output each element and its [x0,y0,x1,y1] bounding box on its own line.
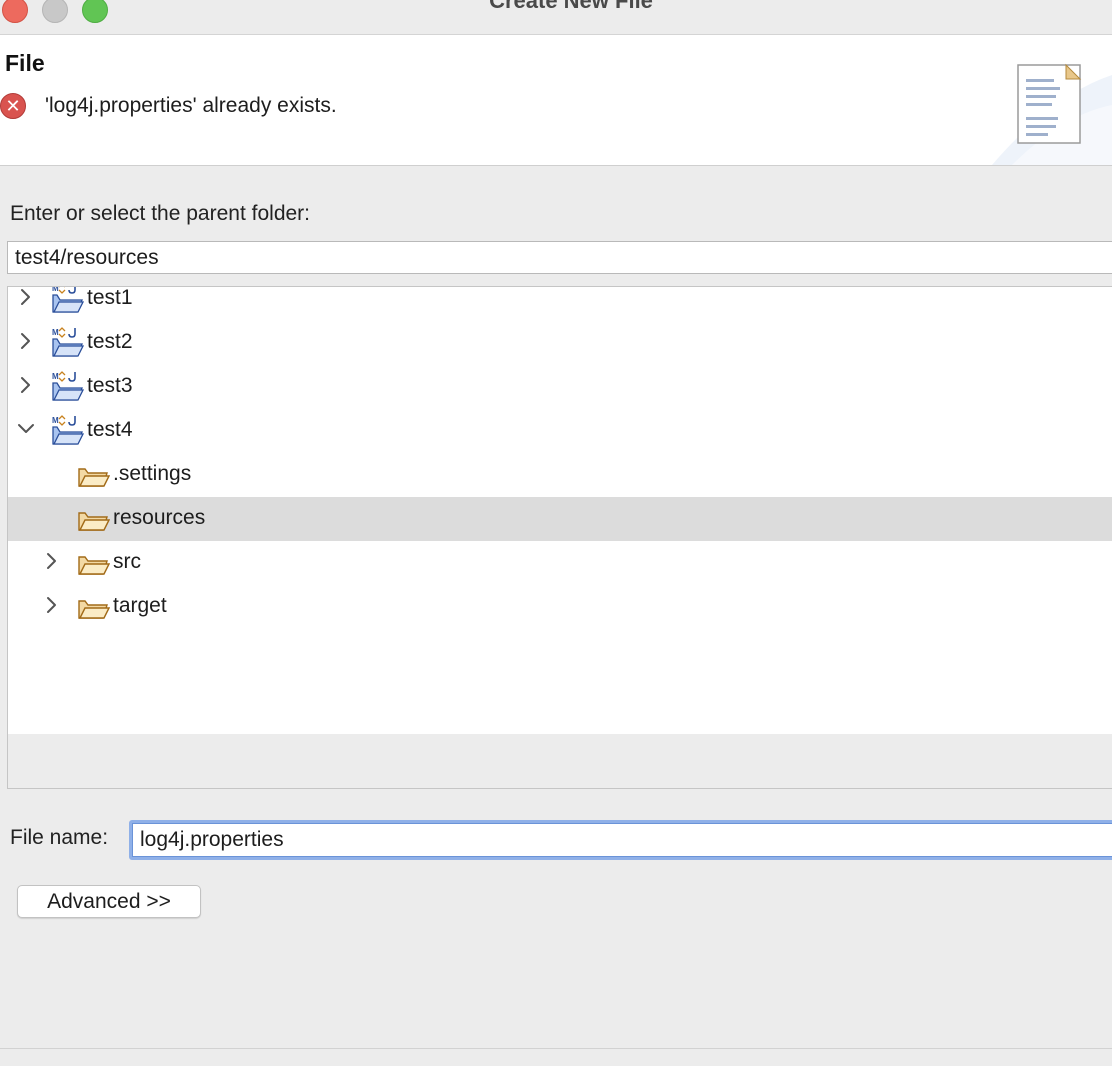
svg-text:M: M [52,416,59,425]
svg-text:M: M [52,328,59,337]
parent-folder-label: Enter or select the parent folder: [10,202,310,225]
tree-item-test4[interactable]: Mtest4 [8,409,1112,453]
chevron-right-icon[interactable] [40,593,64,617]
maven-project-icon: M [52,415,84,445]
error-message: 'log4j.properties' already exists. [45,94,337,117]
new-file-wizard-icon [992,63,1112,165]
tree-item-label: test1 [87,287,133,309]
advanced-button[interactable]: Advanced >> [17,885,201,918]
chevron-down-icon[interactable] [14,417,38,441]
tree-item-label: src [113,550,141,573]
tree-item-src[interactable]: src [8,541,1112,585]
file-name-label: File name: [10,826,109,849]
folder-icon [78,556,110,575]
parent-folder-input[interactable] [7,241,1112,274]
chevron-right-icon[interactable] [14,373,38,397]
tree-item-label: target [113,594,167,617]
chevron-right-icon[interactable] [40,549,64,573]
page-title: File [5,50,45,76]
tree-item-test3[interactable]: Mtest3 [8,365,1112,409]
tree-item-resources[interactable]: resources [8,497,1112,541]
folder-tree-list: Mtest1 Mtest2 Mtest3 Mtest4 .settings resourc… [8,287,1112,734]
tree-item-label: .settings [113,462,192,485]
maven-project-icon: M [52,371,84,401]
wizard-header: File ✕ 'log4j.properties' already exists… [0,35,1112,166]
folder-icon [78,600,110,619]
svg-text:M: M [52,372,59,381]
tree-item-label: test4 [87,418,133,441]
folder-icon [78,468,110,487]
tree-item-test2[interactable]: Mtest2 [8,321,1112,365]
window-title: Create New File [489,0,653,13]
tree-item-settings[interactable]: .settings [8,453,1112,497]
maven-project-icon: M [52,287,84,313]
error-circle-icon: ✕ [0,93,26,119]
chevron-right-icon[interactable] [14,329,38,353]
tree-item-label: test2 [87,330,133,353]
tree-item-test1[interactable]: Mtest1 [8,287,1112,321]
tree-item-target[interactable]: target [8,585,1112,629]
folder-icon [78,512,110,531]
folder-tree[interactable]: Mtest1 Mtest2 Mtest3 Mtest4 .settings resourc… [7,286,1112,789]
chevron-right-icon[interactable] [14,287,38,309]
title-bar: Create New File [0,0,1112,35]
tree-item-label: test3 [87,374,133,397]
maven-project-icon: M [52,327,84,357]
file-name-input[interactable] [129,820,1112,860]
svg-text:M: M [52,287,59,293]
tree-item-label: resources [113,506,206,529]
footer-divider [0,1048,1112,1049]
